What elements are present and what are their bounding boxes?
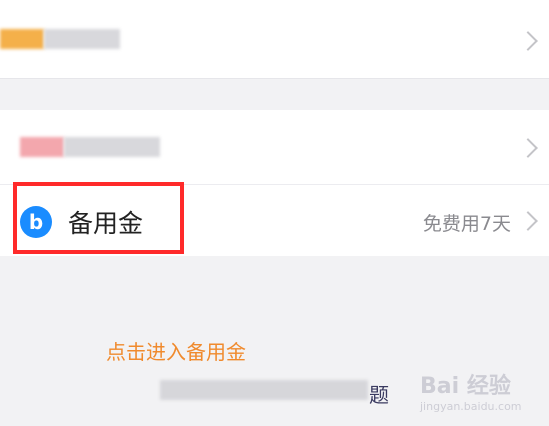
blurred-label (44, 29, 120, 49)
footer-fragment: 题 (369, 383, 389, 407)
chevron-right-icon (518, 138, 538, 158)
footer-blurred-text (160, 380, 368, 400)
blurred-icon (0, 29, 44, 49)
menu-row-blurred-2[interactable] (0, 110, 549, 185)
watermark-subtext: jingyan.baidu.com (420, 400, 522, 413)
reserve-fund-status: 免费用7天 (422, 213, 511, 235)
watermark: Bai 经验 jingyan.baidu.com (420, 366, 544, 416)
caption-text: 点击进入备用金 (106, 340, 246, 364)
highlight-box (13, 182, 184, 254)
blurred-label (64, 137, 160, 157)
watermark-text: Bai 经验 (420, 374, 511, 399)
menu-row-blurred-1[interactable] (0, 0, 549, 79)
chevron-right-icon (518, 211, 538, 231)
blurred-icon (20, 137, 64, 157)
chevron-right-icon (518, 31, 538, 51)
